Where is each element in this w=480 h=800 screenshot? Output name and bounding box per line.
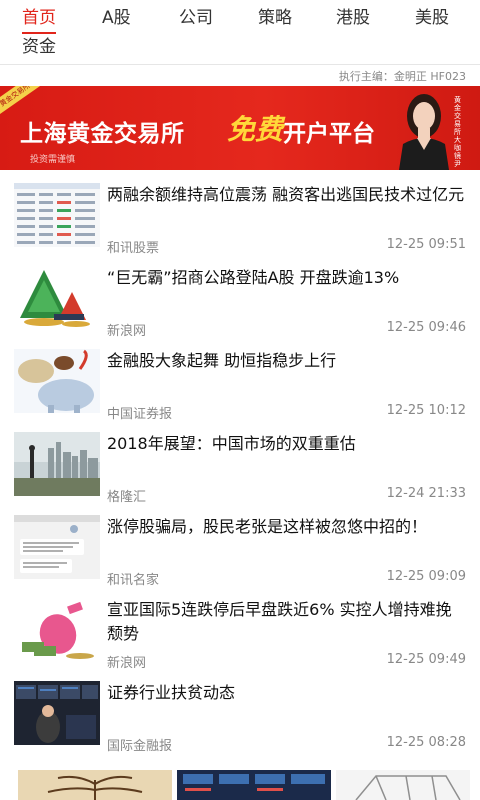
trading-screens-thumbnail <box>177 770 331 800</box>
building-sketch-thumbnail <box>336 770 470 800</box>
banner-corner-tag: 黄金交易所 <box>0 86 43 118</box>
tab-funds[interactable]: 资金 <box>22 36 56 58</box>
news-item[interactable]: 两融余额维持高位震荡 融资客出逃国民技术过亿元 和讯股票 12-25 09:51 <box>0 183 480 266</box>
news-item[interactable]: 2018年展望：中国市场的双重重估 格隆汇 12-24 21:33 <box>0 432 480 515</box>
news-source: 新浪网 <box>107 656 147 671</box>
tab-a-shares[interactable]: A股 <box>102 7 131 29</box>
money-bag-thumbnail <box>14 598 100 662</box>
news-source: 中国证券报 <box>107 407 173 422</box>
tab-hk-stocks[interactable]: 港股 <box>336 7 370 29</box>
coin-tree-thumbnail <box>14 266 100 330</box>
banner-side-text: 黄金交易所大咖 镜尹 <box>454 96 461 168</box>
tree-illustration-thumbnail <box>18 770 172 800</box>
news-source: 和讯股票 <box>107 241 160 256</box>
news-item[interactable]: 证券行业扶贫动态 国际金融报 12-25 08:28 <box>0 681 480 764</box>
news-headline[interactable]: 2018年展望：中国市场的双重重估 <box>107 432 467 456</box>
bull-elephant-thumbnail <box>14 349 100 413</box>
executive-editor-line: 执行主编：金明正 HF023 <box>338 70 466 83</box>
news-time: 12-25 08:28 <box>386 735 466 750</box>
category-tab-bar: 首页 A股 公司 策略 港股 美股 资金 <box>0 0 480 64</box>
active-tab-indicator <box>22 32 56 34</box>
news-source: 国际金融报 <box>107 739 173 754</box>
next-item-preview-strip <box>0 770 480 800</box>
trading-floor-thumbnail <box>14 681 100 745</box>
news-time: 12-25 09:49 <box>386 652 466 667</box>
news-time: 12-25 09:51 <box>386 237 466 252</box>
tab-us-stocks[interactable]: 美股 <box>415 7 449 29</box>
news-headline[interactable]: “巨无霸”招商公路登陆A股 开盘跌逾13% <box>107 266 467 290</box>
news-time: 12-25 09:09 <box>386 569 466 584</box>
news-item[interactable]: 金融股大象起舞 助恒指稳步上行 中国证券报 12-25 10:12 <box>0 349 480 432</box>
news-item[interactable]: “巨无霸”招商公路登陆A股 开盘跌逾13% 新浪网 12-25 09:46 <box>0 266 480 349</box>
gold-exchange-banner-ad[interactable]: 黄金交易所 上海黄金交易所 免费 开户平台 投资需谨慎 黄金交易所大咖 镜尹 广… <box>0 86 480 170</box>
tab-divider <box>0 64 480 65</box>
banner-risk-note: 投资需谨慎 <box>30 155 76 165</box>
news-item[interactable]: 宣亚国际5连跌停后早盘跌近6% 实控人增持难挽颓势 新浪网 12-25 09:4… <box>0 598 480 681</box>
news-headline[interactable]: 两融余额维持高位震荡 融资客出逃国民技术过亿元 <box>107 183 467 207</box>
news-source: 格隆汇 <box>107 490 147 505</box>
news-headline[interactable]: 宣亚国际5连跌停后早盘跌近6% 实控人增持难挽颓势 <box>107 598 467 646</box>
news-time: 12-25 10:12 <box>386 403 466 418</box>
news-time: 12-24 21:33 <box>386 486 466 501</box>
news-headline[interactable]: 涨停股骗局，股民老张是这样被忽悠中招的！ <box>107 515 467 539</box>
spokesperson-image <box>399 94 449 170</box>
stock-table-thumbnail <box>14 183 100 247</box>
banner-platform-text: 开户平台 <box>283 121 375 147</box>
banner-title: 上海黄金交易所 <box>20 121 185 147</box>
news-headline[interactable]: 金融股大象起舞 助恒指稳步上行 <box>107 349 467 373</box>
chat-screenshot-thumbnail <box>14 515 100 579</box>
city-skyline-thumbnail <box>14 432 100 496</box>
news-source: 新浪网 <box>107 324 147 339</box>
tab-strategy[interactable]: 策略 <box>258 7 292 29</box>
news-headline[interactable]: 证券行业扶贫动态 <box>107 681 467 705</box>
tab-companies[interactable]: 公司 <box>179 7 213 29</box>
news-source: 和讯名家 <box>107 573 160 588</box>
news-item[interactable]: 涨停股骗局，股民老张是这样被忽悠中招的！ 和讯名家 12-25 09:09 <box>0 515 480 598</box>
news-time: 12-25 09:46 <box>386 320 466 335</box>
banner-free-text: 免费 <box>227 113 284 146</box>
tab-home[interactable]: 首页 <box>22 7 56 29</box>
